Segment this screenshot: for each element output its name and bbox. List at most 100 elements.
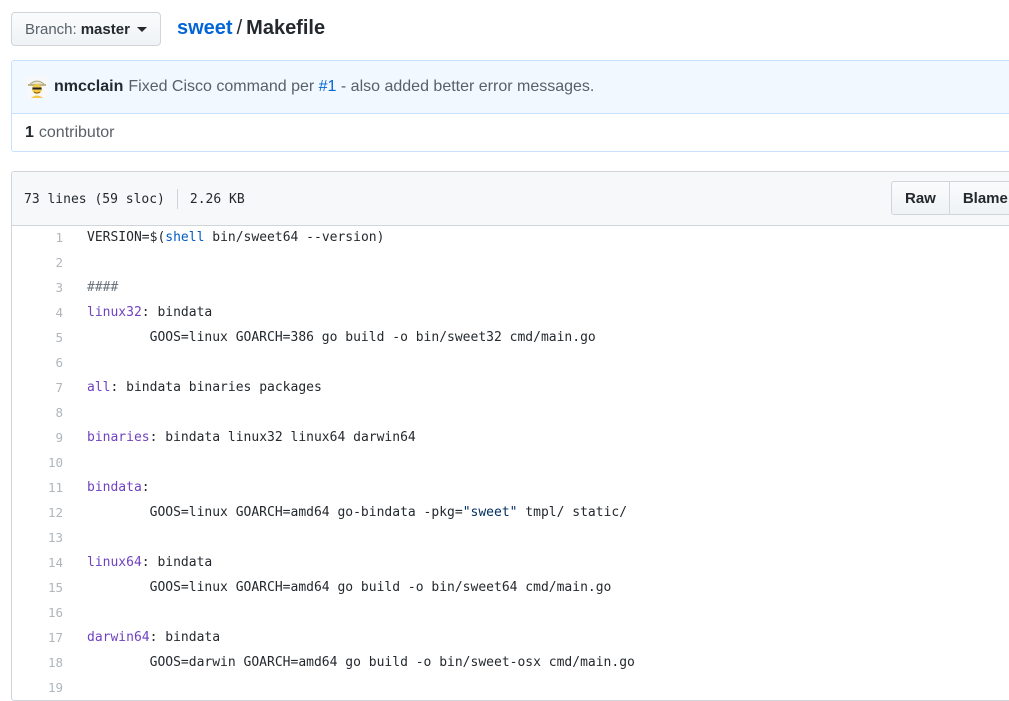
raw-button[interactable]: Raw (891, 181, 950, 215)
line-number[interactable]: 12 (12, 505, 63, 520)
branch-select-button[interactable]: Branch: master (11, 12, 161, 46)
avatar[interactable] (26, 76, 48, 98)
line-number[interactable]: 10 (12, 455, 63, 470)
code-line: 7 all: bindata binaries packages (12, 375, 1009, 400)
commit-message-start: Fixed Cisco command per (128, 78, 315, 95)
line-number[interactable]: 8 (12, 405, 63, 420)
blame-button[interactable]: Blame (949, 181, 1009, 215)
code-token: binaries (87, 430, 150, 445)
file-viewer: 73 lines (59 sloc) 2.26 KB Raw Blame 1 VE… (11, 171, 1009, 701)
code-token: "sweet" (462, 505, 518, 520)
code-line: 9 binaries: bindata linux32 linux64 darwi… (12, 425, 1009, 450)
line-number[interactable]: 16 (12, 605, 63, 620)
code-token: bin/sweet64 --version) (204, 230, 385, 245)
code-token: : bindata linux32 linux64 darwin64 (149, 430, 416, 445)
contributor-count: 1 (25, 124, 34, 141)
line-number[interactable]: 6 (12, 355, 63, 370)
commit-tease: nmcclain Fixed Cisco command per #1 - al… (12, 61, 1009, 114)
code-line: 16 (12, 600, 1009, 625)
line-content: all: bindata binaries packages (63, 380, 322, 395)
branch-prefix-label: Branch: (25, 20, 77, 38)
breadcrumb-separator: / (236, 17, 243, 39)
breadcrumb: sweet / Makefile (177, 15, 325, 41)
code-token: : (141, 480, 150, 495)
line-number[interactable]: 1 (12, 230, 63, 245)
line-content: VERSION=$(shell bin/sweet64 --version) (63, 230, 384, 245)
code-token: darwin64 (87, 630, 150, 645)
code-line: 1 VERSION=$(shell bin/sweet64 --version) (12, 225, 1009, 250)
code-token: GOOS=linux GOARCH=amd64 go build -o bin/… (87, 580, 612, 595)
line-number[interactable]: 5 (12, 330, 63, 345)
code-line: 13 (12, 525, 1009, 550)
line-content: binaries: bindata linux32 linux64 darwin… (63, 430, 416, 445)
code-line: 2 (12, 250, 1009, 275)
line-number[interactable]: 9 (12, 430, 63, 445)
line-number[interactable]: 7 (12, 380, 63, 395)
code-token: GOOS=darwin GOARCH=amd64 go build -o bin… (87, 655, 635, 670)
code-line: 3 #### (12, 275, 1009, 300)
line-content: GOOS=darwin GOARCH=amd64 go build -o bin… (63, 655, 635, 670)
line-content: linux32: bindata (63, 305, 212, 320)
line-content: #### (63, 280, 118, 295)
code-token: linux64 (87, 555, 142, 570)
code-line: 14 linux64: bindata (12, 550, 1009, 575)
code-line: 12 GOOS=linux GOARCH=amd64 go-bindata -p… (12, 500, 1009, 525)
line-number[interactable]: 11 (12, 480, 63, 495)
file-actions: Raw Blame (891, 181, 1009, 215)
commit-info-box: nmcclain Fixed Cisco command per #1 - al… (11, 60, 1009, 152)
code-token: : bindata (141, 305, 213, 320)
code-token: #### (87, 280, 119, 295)
branch-name: master (80, 20, 130, 38)
line-number[interactable]: 18 (12, 655, 63, 670)
line-number[interactable]: 3 (12, 280, 63, 295)
line-content: bindata: (63, 480, 150, 495)
code-token: all (87, 380, 111, 395)
code-token: GOOS=linux GOARCH=386 go build -o bin/sw… (87, 330, 596, 345)
file-line-count: 73 lines (59 sloc) (24, 191, 165, 207)
line-number[interactable]: 14 (12, 555, 63, 570)
code-line: 11 bindata: (12, 475, 1009, 500)
contributors-summary[interactable]: 1 contributor (12, 114, 1009, 151)
commit-author-link[interactable]: nmcclain (54, 78, 123, 96)
code-line: 5 GOOS=linux GOARCH=386 go build -o bin/… (12, 325, 1009, 350)
line-content: darwin64: bindata (63, 630, 220, 645)
file-header: 73 lines (59 sloc) 2.26 KB Raw Blame (12, 172, 1009, 226)
code-token: tmpl/ static/ (517, 505, 628, 520)
code-line: 10 (12, 450, 1009, 475)
code-token: VERSION=$( (87, 230, 166, 245)
code-token: GOOS=linux GOARCH=amd64 go-bindata -pkg= (87, 505, 463, 520)
code-line: 8 (12, 400, 1009, 425)
chevron-down-icon (136, 26, 147, 32)
file-info: 73 lines (59 sloc) 2.26 KB (24, 189, 245, 209)
code-token: : bindata (149, 630, 221, 645)
code-token: shell (165, 230, 205, 245)
code-line: 19 (12, 675, 1009, 700)
code-line: 18 GOOS=darwin GOARCH=amd64 go build -o … (12, 650, 1009, 675)
line-number[interactable]: 2 (12, 255, 63, 270)
line-number[interactable]: 13 (12, 530, 63, 545)
breadcrumb-repo-link[interactable]: sweet (177, 17, 233, 39)
line-number[interactable]: 17 (12, 630, 63, 645)
code-token: linux32 (87, 305, 142, 320)
code-token: : bindata (141, 555, 213, 570)
code-table: 1 VERSION=$(shell bin/sweet64 --version) 2… (12, 225, 1009, 700)
commit-issue-link[interactable]: #1 (319, 78, 337, 96)
line-number[interactable]: 19 (12, 680, 63, 695)
breadcrumb-file-name: Makefile (246, 17, 326, 39)
code-line: 4 linux32: bindata (12, 300, 1009, 325)
line-content: linux64: bindata (63, 555, 212, 570)
code-line: 17 darwin64: bindata (12, 625, 1009, 650)
code-line: 6 (12, 350, 1009, 375)
line-number[interactable]: 15 (12, 580, 63, 595)
commit-message-end: - also added better error messages. (340, 78, 595, 95)
code-line: 15 GOOS=linux GOARCH=amd64 go build -o b… (12, 575, 1009, 600)
contributor-label: contributor (38, 124, 115, 141)
line-content: GOOS=linux GOARCH=386 go build -o bin/sw… (63, 330, 596, 345)
line-number[interactable]: 4 (12, 305, 63, 320)
code-token: bindata (87, 480, 142, 495)
file-size: 2.26 KB (189, 191, 245, 207)
line-content: GOOS=linux GOARCH=amd64 go-bindata -pkg=… (63, 505, 627, 520)
line-content: GOOS=linux GOARCH=amd64 go build -o bin/… (63, 580, 612, 595)
file-info-divider (176, 189, 178, 209)
code-token: : bindata binaries packages (110, 380, 322, 395)
